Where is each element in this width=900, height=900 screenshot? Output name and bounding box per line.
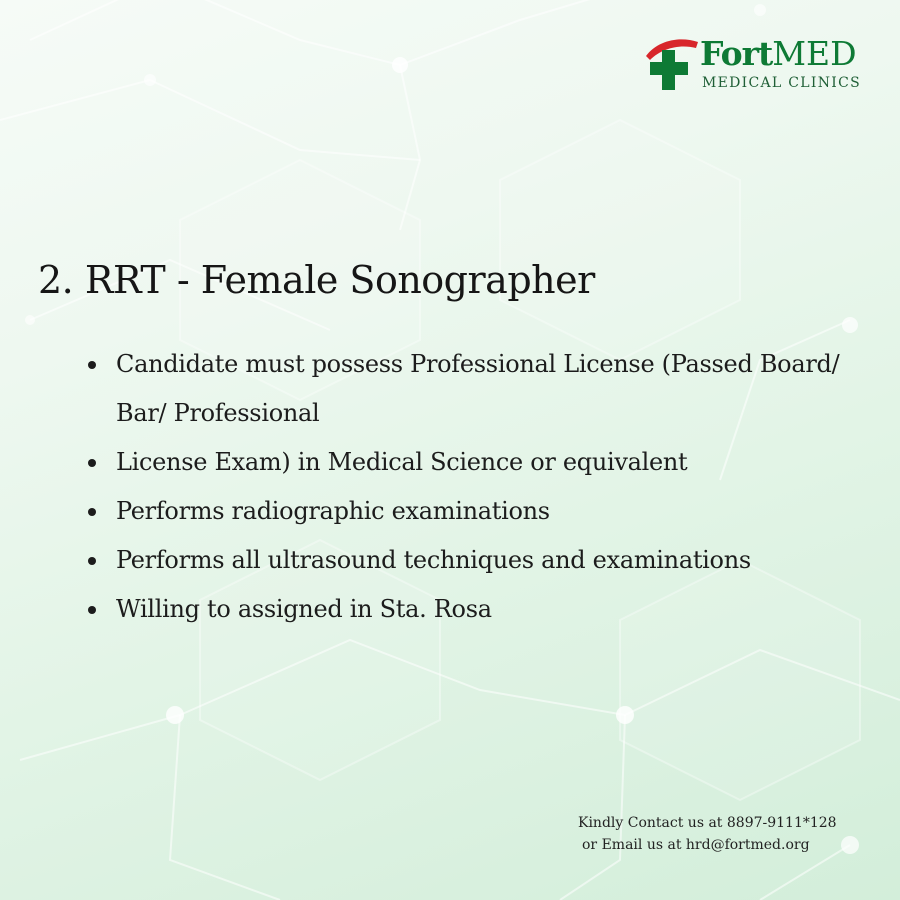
logo-name-med: MED <box>772 34 857 73</box>
requirement-item: Candidate must possess Professional Lice… <box>88 340 876 438</box>
requirement-item: Performs all ultrasound techniques and e… <box>88 536 876 585</box>
logo-name-fort: Fort <box>700 34 773 73</box>
medical-cross-icon <box>646 39 698 90</box>
logo-wordmark: FortMED <box>700 36 857 72</box>
requirement-item: Performs radiographic examinations <box>88 487 876 536</box>
logo-subtitle: MEDICAL CLINICS <box>702 75 862 91</box>
contact-phone: Kindly Contact us at 8897-9111*128 <box>578 815 837 831</box>
contact-info: Kindly Contact us at 8897-9111*128 or Em… <box>578 812 837 856</box>
requirements-list: Candidate must possess Professional Lice… <box>88 340 876 634</box>
requirement-item: License Exam) in Medical Science or equi… <box>88 438 876 487</box>
fortmed-logo: FortMED MEDICAL CLINICS <box>644 34 874 94</box>
job-title: 2. RRT - Female Sonographer <box>38 258 595 302</box>
contact-email: or Email us at hrd@fortmed.org <box>582 837 810 853</box>
requirement-item: Willing to assigned in Sta. Rosa <box>88 585 876 634</box>
